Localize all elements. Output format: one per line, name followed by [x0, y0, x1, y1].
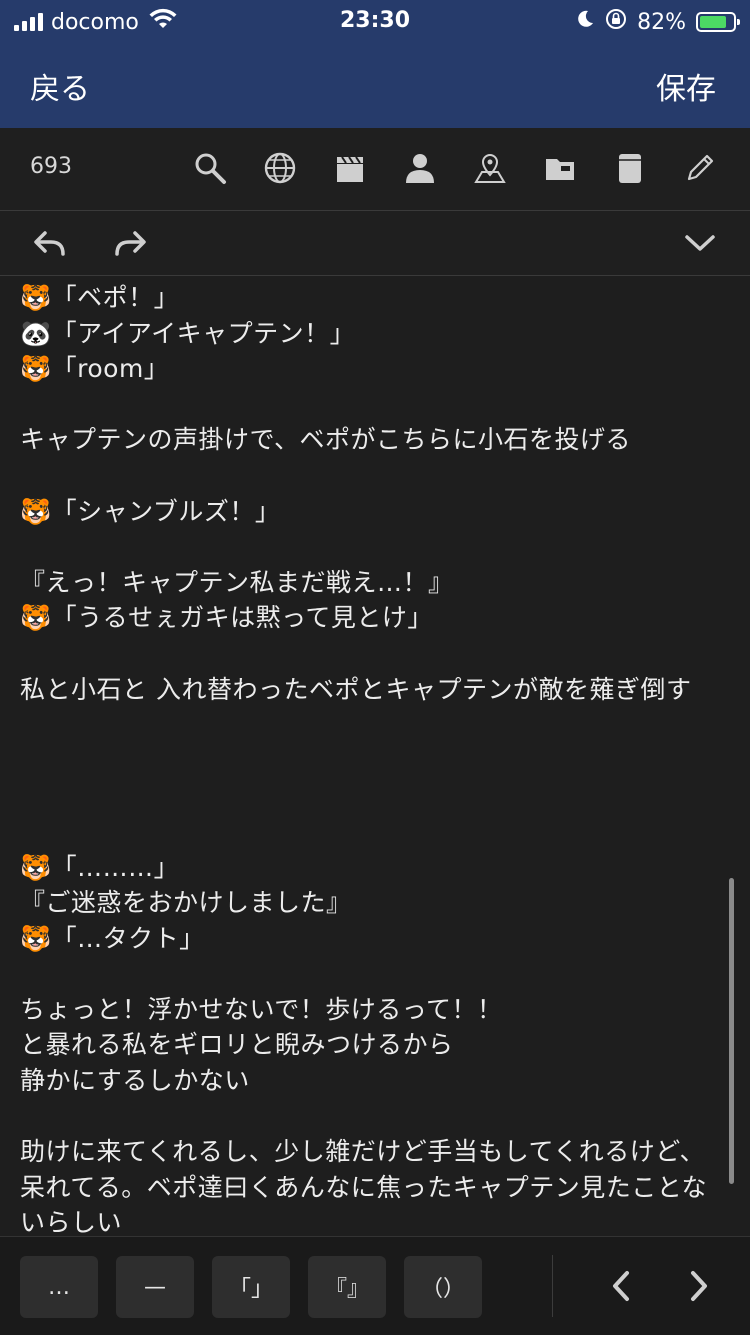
redo-icon[interactable] — [110, 225, 150, 261]
battery-percent: 82% — [637, 9, 686, 35]
insert-ellipsis-button[interactable]: … — [20, 1256, 98, 1318]
back-button[interactable]: 戻る — [30, 64, 90, 108]
insert-parentheses-button[interactable]: （） — [404, 1256, 482, 1318]
moon-icon — [575, 9, 595, 35]
top-bar: docomo 23:30 82% 戻る 保存 — [0, 0, 750, 128]
chevron-down-icon[interactable] — [680, 225, 720, 261]
keyboard-accessory-bar: … — 「」 『』 （） — [0, 1236, 750, 1335]
save-button[interactable]: 保存 — [656, 64, 716, 108]
insert-dash-button[interactable]: — — [116, 1256, 194, 1318]
rotation-lock-icon — [605, 8, 627, 36]
search-icon[interactable] — [190, 148, 230, 188]
document-icon[interactable] — [610, 148, 650, 188]
divider — [552, 1255, 553, 1317]
folder-icon[interactable] — [540, 148, 580, 188]
clapperboard-icon[interactable] — [330, 148, 370, 188]
cursor-right-icon[interactable] — [676, 1263, 722, 1309]
pencil-icon[interactable] — [680, 148, 720, 188]
editor-toolbar: 693 — [0, 128, 750, 211]
history-bar — [0, 211, 750, 276]
globe-icon[interactable] — [260, 148, 300, 188]
battery-charging-icon — [696, 12, 740, 32]
character-count: 693 — [30, 154, 72, 179]
editor-text[interactable]: 🐯「ベポ！」 🐼「アイアイキャプテン！」 🐯「room」 キャプテンの声掛けで、… — [20, 280, 726, 1236]
scrollbar[interactable] — [729, 878, 734, 1184]
insert-nijukagikakko-button[interactable]: 『』 — [308, 1256, 386, 1318]
person-icon[interactable] — [400, 148, 440, 188]
text-editor[interactable]: 🐯「ベポ！」 🐼「アイアイキャプテン！」 🐯「room」 キャプテンの声掛けで、… — [0, 276, 750, 1236]
cursor-left-icon[interactable] — [598, 1263, 644, 1309]
map-pin-icon[interactable] — [470, 148, 510, 188]
status-right: 82% — [575, 8, 740, 36]
status-bar: docomo 23:30 82% — [0, 0, 750, 42]
undo-icon[interactable] — [30, 225, 70, 261]
insert-kagikakko-button[interactable]: 「」 — [212, 1256, 290, 1318]
